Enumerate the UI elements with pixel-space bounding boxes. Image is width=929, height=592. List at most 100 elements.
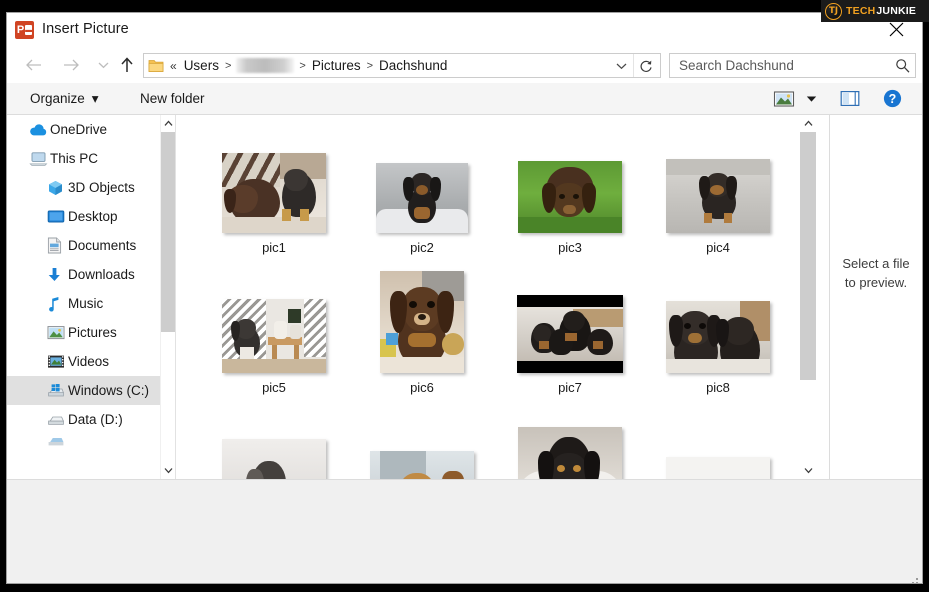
search-box[interactable] (669, 53, 916, 78)
sidebar-scrollbar-thumb[interactable] (161, 132, 176, 332)
thumbnail-wrap (376, 129, 468, 233)
video-icon (47, 354, 68, 369)
thumbnail-image (666, 457, 770, 479)
file-item-pic5[interactable]: pic5 (200, 269, 348, 409)
techjunkie-watermark: TJ TECH JUNKIE (821, 0, 929, 22)
breadcrumb-item-dachshund[interactable]: Dachshund (375, 58, 451, 73)
sidebar-item-data-d[interactable]: Data (D:) (7, 405, 176, 434)
arrow-left-icon[interactable] (19, 51, 47, 79)
file-item-pic1[interactable]: pic1 (200, 129, 348, 269)
sidebar-item-partial[interactable] (7, 434, 176, 446)
file-item-pic7[interactable]: pic7 (496, 269, 644, 409)
network-icon (47, 434, 68, 446)
thumbnail-wrap (222, 409, 326, 479)
file-grid-scrollbar-thumb[interactable] (800, 132, 816, 380)
address-bar[interactable]: « Users > > Pictures > Dachshund (143, 53, 661, 78)
thumbnail-image (518, 427, 622, 479)
techjunkie-badge-icon: TJ (825, 3, 842, 20)
sidebar-item-label: Videos (68, 354, 109, 369)
resize-grip[interactable] (907, 576, 919, 584)
help-icon[interactable]: ? (879, 87, 905, 110)
sidebar-scrollbar[interactable] (160, 115, 176, 479)
dialog-footer: File name: All Pictures Tools ▾ Insert (7, 480, 922, 584)
file-row: pic5 (200, 269, 798, 409)
file-item-pic2[interactable]: pic2 (348, 129, 496, 269)
file-item-row3-2[interactable] (348, 409, 496, 479)
command-toolbar: Organize ▾ New folder (7, 83, 922, 115)
search-icon (889, 58, 915, 73)
breadcrumb-item-username-redacted[interactable] (236, 58, 294, 73)
breadcrumb-separator-3[interactable]: > (365, 60, 375, 72)
sidebar-item-onedrive[interactable]: OneDrive (7, 115, 176, 144)
file-item-row3-1[interactable] (200, 409, 348, 479)
file-item-pic4[interactable]: pic4 (644, 129, 792, 269)
file-item-row3-4[interactable] (644, 409, 792, 479)
chevron-down-icon[interactable] (161, 462, 176, 479)
thumbnail-wrap (222, 129, 326, 233)
sidebar-item-downloads[interactable]: Downloads (7, 260, 176, 289)
navigation-bar: « Users > > Pictures > Dachshund (7, 47, 922, 83)
breadcrumb-separator-2[interactable]: > (297, 60, 307, 72)
sidebar-item-label: Data (D:) (68, 412, 123, 427)
sidebar-item-label: Documents (68, 238, 136, 253)
music-note-icon (47, 296, 68, 312)
drive-icon (47, 413, 68, 426)
sidebar-item-this-pc[interactable]: This PC (7, 144, 176, 173)
breadcrumb-item-users[interactable]: Users (180, 58, 223, 73)
organize-button[interactable]: Organize ▾ (25, 88, 104, 109)
cloud-icon (29, 123, 50, 137)
thumbnail-image (222, 439, 326, 479)
thumbnail-wrap (518, 129, 622, 233)
preview-pane: Select a file to preview. (830, 115, 922, 479)
chevron-down-icon[interactable] (800, 462, 816, 479)
view-dropdown-caret-icon[interactable] (801, 87, 821, 110)
arrow-up-icon[interactable] (113, 51, 141, 79)
chevron-down-icon[interactable] (610, 54, 632, 77)
file-row: pic1 (200, 129, 798, 269)
file-item-pic6[interactable]: pic6 (348, 269, 496, 409)
page-title: Insert Picture (42, 21, 129, 37)
thumbnail-image (380, 271, 464, 373)
thumbnail-wrap (517, 269, 623, 373)
file-item-pic3[interactable]: pic3 (496, 129, 644, 269)
sidebar-item-windows-c[interactable]: Windows (C:) (7, 376, 176, 405)
thumbnail-wrap (666, 409, 770, 479)
sidebar-item-label: This PC (50, 151, 98, 166)
dialog-titlebar: P ▬ Insert Picture (7, 13, 922, 47)
thumbnail-image (222, 299, 326, 373)
chevron-up-icon[interactable] (800, 115, 816, 132)
sidebar-item-videos[interactable]: Videos (7, 347, 176, 376)
chevron-up-icon[interactable] (161, 115, 176, 132)
sidebar-item-desktop[interactable]: Desktop (7, 202, 176, 231)
file-grid: pic1 (176, 115, 798, 479)
arrow-right-icon[interactable] (57, 51, 85, 79)
thumbnail-image (666, 301, 770, 373)
dialog-content: OneDrive This PC (7, 115, 922, 480)
sidebar-item-documents[interactable]: Documents (7, 231, 176, 260)
desktop-icon (47, 209, 68, 224)
new-folder-button[interactable]: New folder (135, 88, 210, 109)
thumbnail-image (666, 159, 770, 233)
sidebar-item-label: Downloads (68, 267, 135, 282)
file-item-row3-3[interactable] (496, 409, 644, 479)
breadcrumb-separator-1[interactable]: > (223, 60, 233, 72)
cube-icon (47, 180, 68, 196)
view-layout-icon[interactable] (771, 87, 797, 110)
file-grid-scrollbar[interactable] (800, 115, 816, 479)
file-label: pic6 (410, 380, 434, 395)
breadcrumb-item-pictures[interactable]: Pictures (308, 58, 365, 73)
powerpoint-icon: P ▬ (15, 21, 34, 39)
sidebar-item-music[interactable]: Music (7, 289, 176, 318)
file-item-pic8[interactable]: pic8 (644, 269, 792, 409)
search-input[interactable] (670, 57, 889, 74)
desktop-bottom-strip (0, 584, 929, 592)
refresh-icon[interactable] (633, 54, 658, 77)
sidebar-item-3d-objects[interactable]: 3D Objects (7, 173, 176, 202)
document-icon (47, 237, 68, 254)
breadcrumb-overflow[interactable]: « (167, 59, 180, 73)
preview-pane-icon[interactable] (837, 87, 863, 110)
thumbnail-wrap (518, 409, 622, 479)
organize-label: Organize (30, 91, 85, 106)
sidebar-item-label: Music (68, 296, 103, 311)
sidebar-item-pictures[interactable]: Pictures (7, 318, 176, 347)
